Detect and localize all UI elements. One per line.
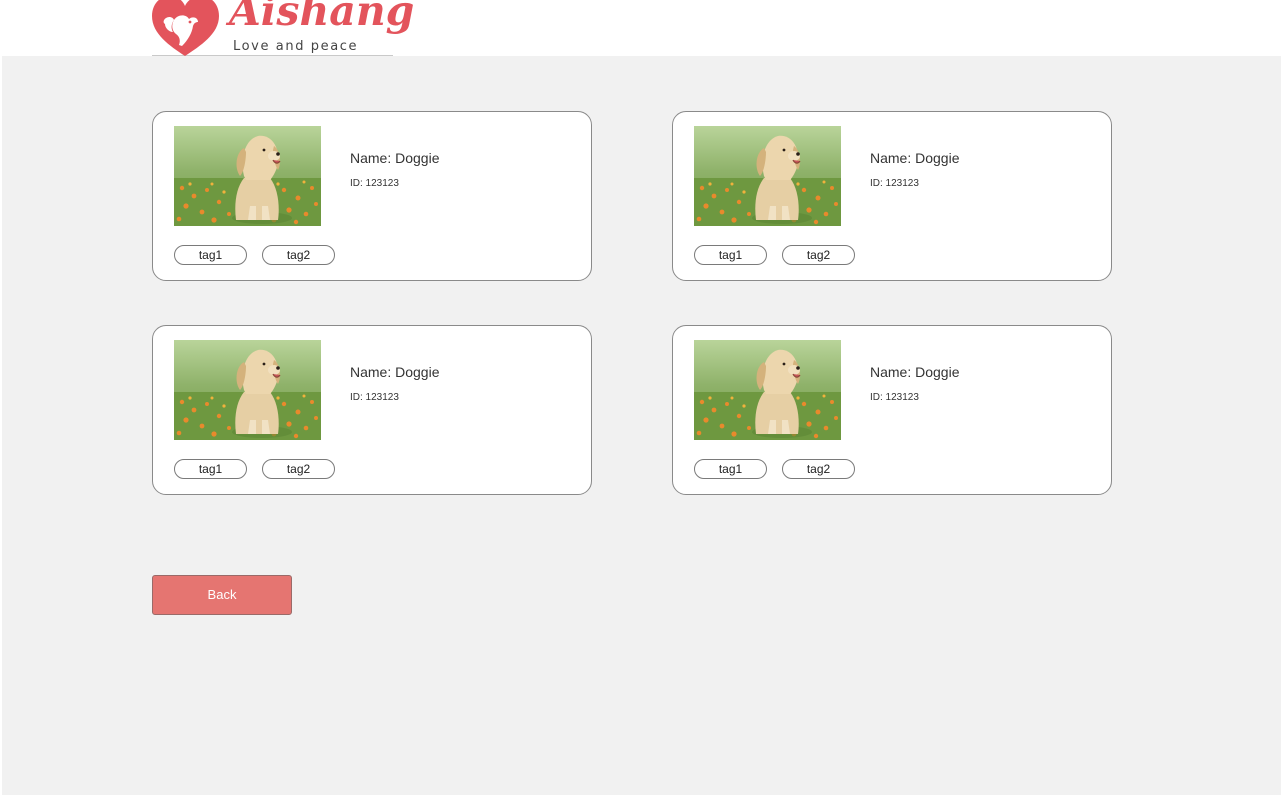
logo-tagline: Love and peace: [233, 39, 359, 54]
brand-logo[interactable]: Aishang Love and peace: [152, 0, 414, 56]
pet-name: Name: Doggie: [870, 364, 960, 380]
pet-tag[interactable]: tag2: [782, 459, 855, 479]
pet-name: Name: Doggie: [350, 150, 440, 166]
heart-pet-icon: [152, 0, 219, 56]
pet-tag[interactable]: tag1: [174, 459, 247, 479]
pet-id: ID: 123123: [870, 392, 919, 403]
pet-photo: [174, 126, 321, 226]
pet-tag[interactable]: tag1: [694, 245, 767, 265]
pet-tag[interactable]: tag1: [174, 245, 247, 265]
pet-photo: [694, 126, 841, 226]
back-button[interactable]: Back: [152, 575, 292, 615]
pet-tag[interactable]: tag2: [262, 459, 335, 479]
pet-tag[interactable]: tag2: [262, 245, 335, 265]
pet-id: ID: 123123: [350, 178, 399, 189]
pet-name: Name: Doggie: [870, 150, 960, 166]
logo-wordmark: Aishang: [229, 0, 415, 35]
pet-name: Name: Doggie: [350, 364, 440, 380]
pet-tag[interactable]: tag1: [694, 459, 767, 479]
header: Aishang Love and peace: [0, 0, 1283, 56]
pet-photo: [174, 340, 321, 440]
pet-card[interactable]: Name: Doggie ID: 123123 tag1 tag2: [672, 111, 1112, 281]
pet-photo: [694, 340, 841, 440]
pet-card[interactable]: Name: Doggie ID: 123123 tag1 tag2: [152, 325, 592, 495]
pet-id: ID: 123123: [870, 178, 919, 189]
pet-id: ID: 123123: [350, 392, 399, 403]
pet-card[interactable]: Name: Doggie ID: 123123 tag1 tag2: [152, 111, 592, 281]
pet-tag[interactable]: tag2: [782, 245, 855, 265]
pet-card[interactable]: Name: Doggie ID: 123123 tag1 tag2: [672, 325, 1112, 495]
